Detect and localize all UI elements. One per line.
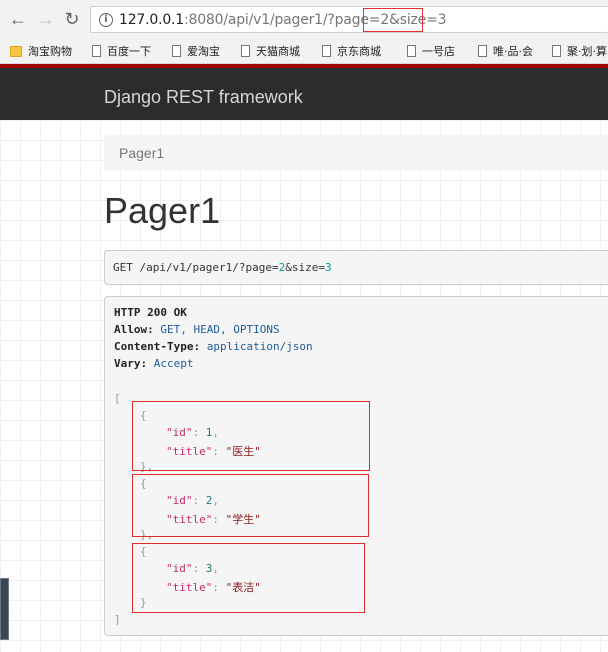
- url-host: 127.0.0.1: [119, 12, 184, 28]
- bookmark-label: 淘宝购物: [28, 45, 72, 58]
- page-icon: [92, 45, 101, 57]
- bookmark-label: 唯·品·会: [493, 45, 533, 58]
- page-icon: [407, 45, 416, 57]
- page-icon: [478, 45, 487, 57]
- bookmark-item[interactable]: 聚·划·算: [552, 43, 607, 59]
- header-value: GET, HEAD, OPTIONS: [160, 323, 280, 336]
- bookmark-label: 爱淘宝: [187, 45, 220, 58]
- bookmark-item[interactable]: 天猫商城: [241, 43, 300, 59]
- request-method: GET: [113, 261, 133, 274]
- bookmark-item[interactable]: 爱淘宝: [172, 43, 220, 59]
- header-value: application/json: [206, 340, 313, 353]
- forward-arrow-icon[interactable]: →: [36, 9, 56, 29]
- request-size-value: 3: [324, 261, 332, 274]
- info-icon[interactable]: i: [99, 13, 113, 27]
- bookmark-label: 天猫商城: [256, 45, 300, 58]
- address-bar[interactable]: i 127.0.0.1:8080/api/v1/pager1/?page=2&s…: [90, 6, 608, 33]
- bookmark-label: 百度一下: [107, 45, 151, 58]
- bookmark-label: 一号店: [422, 45, 455, 58]
- object-highlight-box: [132, 543, 365, 613]
- bookmark-label: 聚·划·算: [567, 45, 607, 58]
- json-close-bracket: ]: [114, 613, 121, 626]
- breadcrumb-item-pager1[interactable]: Pager1: [119, 145, 164, 161]
- bookmark-item[interactable]: 一号店: [407, 43, 455, 59]
- window-edge-scrollbar[interactable]: [0, 578, 9, 640]
- json-open-bracket: [: [114, 392, 121, 405]
- bookmarks-bar: 淘宝购物 百度一下 爱淘宝 天猫商城 京东商城 一号店 唯·品·会 聚·划·算: [0, 38, 608, 64]
- drf-navbar: Django REST framework: [0, 64, 608, 120]
- header-name: Content-Type:: [114, 340, 201, 353]
- navbar-brand-link[interactable]: Django REST framework: [104, 87, 303, 108]
- response-header: Allow: GET, HEAD, OPTIONS: [114, 323, 280, 336]
- header-name: Allow:: [114, 323, 154, 336]
- object-highlight-box: [132, 474, 369, 537]
- object-highlight-box: [132, 401, 370, 471]
- request-info: GET /api/v1/pager1/?page=2&size=3: [104, 250, 608, 285]
- request-size-param: &size=: [285, 261, 325, 274]
- response-status: HTTP 200 OK: [114, 306, 187, 319]
- header-value: Accept: [153, 357, 194, 370]
- header-name: Vary:: [114, 357, 148, 370]
- page-icon: [552, 45, 561, 57]
- url-size-highlight-box: [363, 8, 423, 32]
- folder-icon: [10, 46, 22, 57]
- bookmark-item[interactable]: 淘宝购物: [10, 43, 72, 59]
- page-icon: [172, 45, 181, 57]
- bookmark-item[interactable]: 京东商城: [322, 43, 381, 59]
- bookmark-item[interactable]: 唯·品·会: [478, 43, 533, 59]
- bookmark-item[interactable]: 百度一下: [92, 43, 151, 59]
- response-header: Vary: Accept: [114, 357, 194, 370]
- back-arrow-icon[interactable]: ←: [8, 9, 28, 29]
- page-icon: [322, 45, 331, 57]
- reload-icon[interactable]: ↻: [62, 9, 82, 29]
- page-icon: [241, 45, 250, 57]
- browser-toolbar: ← → ↻ i 127.0.0.1:8080/api/v1/pager1/?pa…: [0, 0, 608, 38]
- bookmark-label: 京东商城: [337, 45, 381, 58]
- response-header: Content-Type: application/json: [114, 340, 313, 353]
- page-title: Pager1: [104, 190, 221, 231]
- request-path: /api/v1/pager1/?page=: [139, 261, 279, 274]
- breadcrumb: Pager1: [104, 135, 608, 171]
